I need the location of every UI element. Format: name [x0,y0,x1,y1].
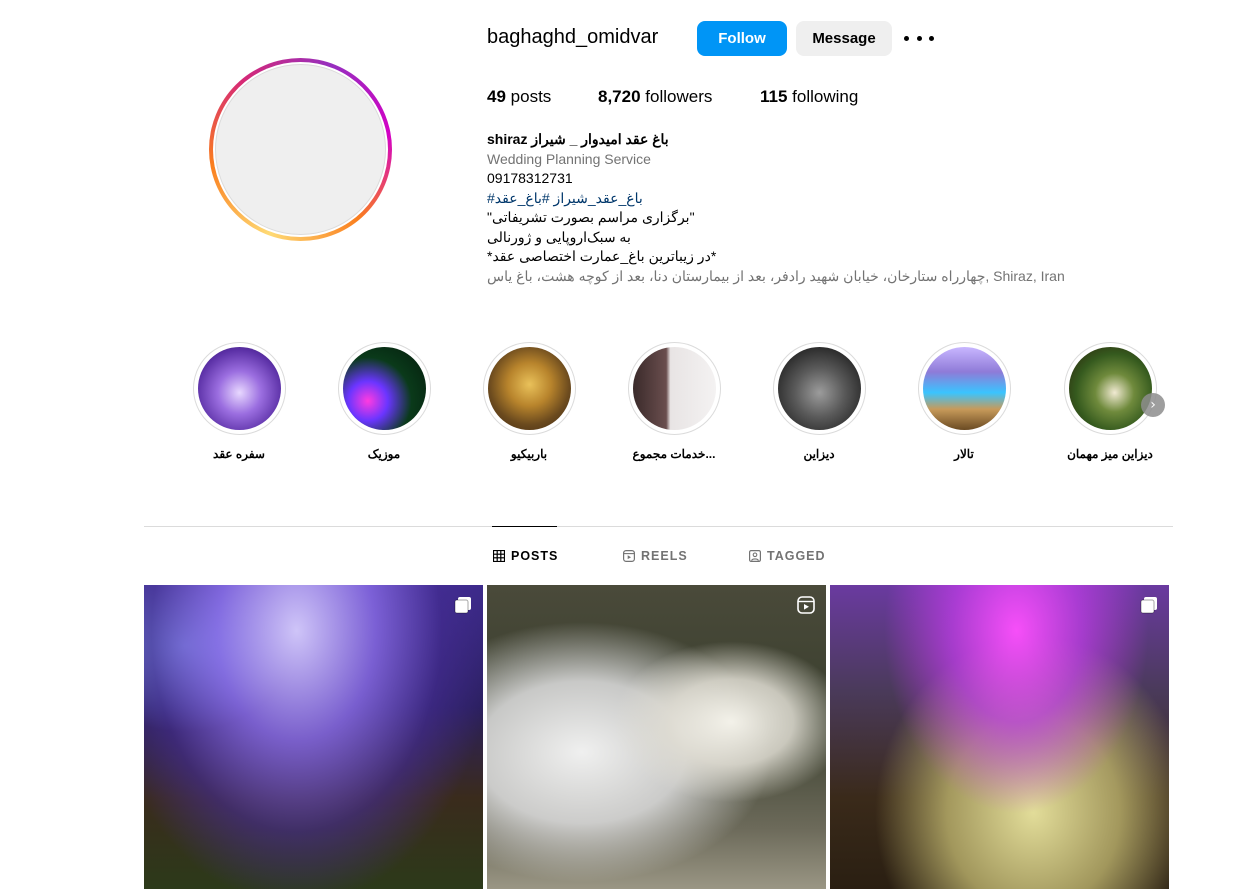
follow-button[interactable]: Follow [697,21,787,56]
carousel-icon [1140,597,1157,614]
highlight-item[interactable]: موزیک [324,342,444,461]
message-button[interactable]: Message [796,21,892,56]
carousel-icon [454,597,471,614]
highlight-cover[interactable] [772,342,866,435]
posts-label: posts [510,87,552,106]
followers-label: followers [645,87,713,106]
highlight-item[interactable]: خدمات مجموع... [614,342,734,461]
profile-full-name: shiraz باغ عقد امیدوار _ شیراز [487,131,669,147]
post-thumbnail[interactable] [144,585,483,889]
highlight-label: خدمات مجموع... [632,447,716,461]
profile-location[interactable]: چهارراه ستارخان، خیابان شهید رادفر، بعد … [487,267,1127,287]
highlight-label: باربیکیو [510,447,548,461]
highlight-cover[interactable] [1063,342,1157,435]
post-thumbnail[interactable] [830,585,1169,889]
tabs-divider [144,526,1173,527]
profile-category: Wedding Planning Service [487,150,651,167]
more-options-icon[interactable] [904,28,934,48]
following-count: 115 [760,87,788,106]
active-tab-indicator [492,526,557,527]
posts-count: 49 [487,87,506,106]
tab-posts-label: POSTS [511,549,559,563]
chevron-right-icon[interactable]: › [1141,393,1165,417]
tab-tagged[interactable]: TAGGED [749,549,826,563]
highlight-item[interactable]: دیزاین [759,342,879,461]
post-thumbnail[interactable] [487,585,826,889]
bio-line-3: *در زیباترین باغ_عمارت اختصاصی عقد* [487,248,717,264]
highlight-label: سفره عقد [213,447,265,461]
followers-stat[interactable]: 8,720 followers [598,87,712,107]
bio-line-2: به سبک‌اروپایی و ژورنالی [487,228,631,245]
highlight-label: تالار [954,447,974,461]
highlight-label: دیزاین میز مهمان [1067,447,1153,461]
highlight-label: موزیک [367,447,401,461]
tagged-icon [749,550,761,562]
avatar[interactable] [215,64,386,235]
posts-stat: 49 posts [487,87,551,107]
reels-icon [623,550,635,562]
tab-posts[interactable]: POSTS [493,549,558,563]
highlight-item[interactable]: سفره عقد [179,342,299,461]
highlight-item[interactable]: تالار [904,342,1024,461]
profile-avatar-ring[interactable] [209,58,392,241]
bio-line-1: "برگزاری مراسم بصورت تشریفاتی" [487,209,695,225]
following-label: following [792,87,859,106]
profile-hashtags[interactable]: #باغ_عقد_شیراز #باغ_عقد [487,189,1127,209]
profile-username: baghaghd_omidvar [487,26,659,48]
highlight-label: دیزاین [803,447,835,461]
tab-reels-label: REELS [641,549,688,563]
highlight-cover[interactable] [192,342,286,435]
highlight-cover[interactable] [337,342,431,435]
highlight-cover[interactable] [627,342,721,435]
highlight-cover[interactable] [917,342,1011,435]
reel-icon [797,596,815,614]
tab-tagged-label: TAGGED [767,549,826,563]
tab-reels[interactable]: REELS [623,549,688,563]
highlight-cover[interactable] [482,342,576,435]
profile-phone: 09178312731 [487,170,573,186]
profile-bio: shiraz باغ عقد امیدوار _ شیراز Wedding P… [487,130,1127,286]
grid-icon [493,550,505,562]
highlight-item[interactable]: باربیکیو [469,342,589,461]
followers-count: 8,720 [598,87,641,106]
following-stat[interactable]: 115 following [760,87,858,107]
